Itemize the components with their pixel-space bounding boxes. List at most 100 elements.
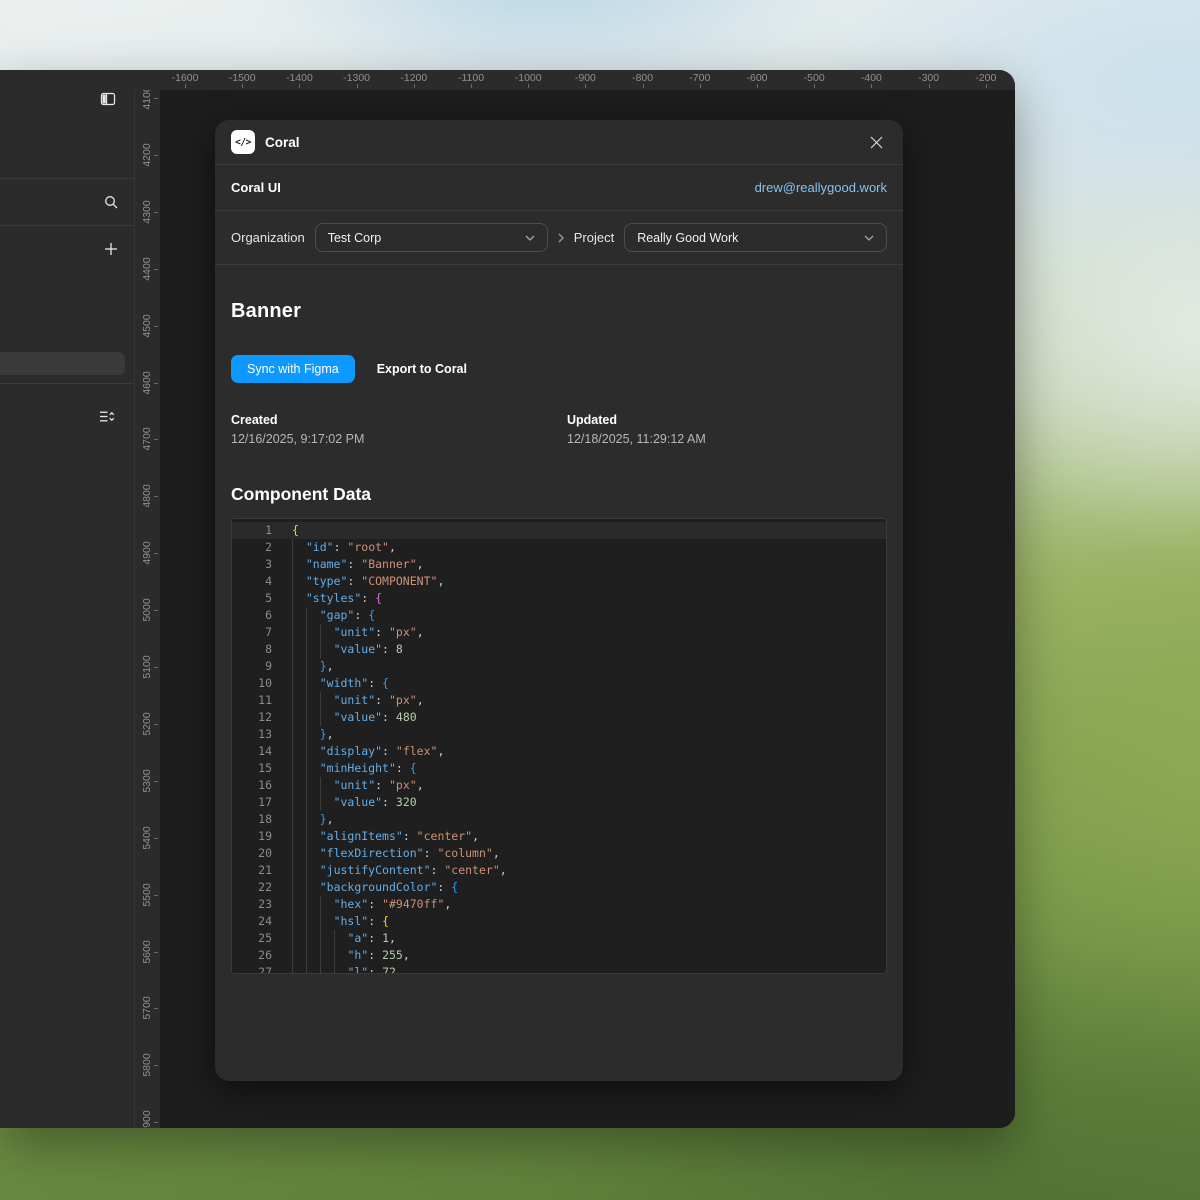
ruler-label: -400 (861, 72, 882, 84)
code-token: : (431, 863, 445, 877)
code-token: : (368, 897, 382, 911)
ruler-label: 4700 (141, 428, 153, 451)
indent-guide (306, 607, 320, 624)
line-number: 26 (232, 947, 272, 964)
component-title: Banner (231, 300, 887, 323)
code-token: : (375, 625, 389, 639)
ruler-tick (154, 326, 158, 327)
code-token: , (417, 557, 424, 571)
code-line-content: "name": "Banner", (292, 556, 424, 573)
code-token: "hex" (334, 897, 369, 911)
code-token: : (382, 710, 396, 724)
ruler-tick (154, 838, 158, 839)
line-number: 11 (232, 692, 272, 709)
panel-toggle-icon[interactable] (100, 91, 116, 107)
code-token: , (500, 863, 507, 877)
indent-guide (292, 828, 306, 845)
line-number: 3 (232, 556, 272, 573)
indent-guide (306, 964, 320, 974)
ruler-tick (357, 84, 358, 88)
plus-icon[interactable] (103, 241, 119, 257)
line-number: 25 (232, 930, 272, 947)
sync-with-figma-button[interactable]: Sync with Figma (231, 355, 355, 383)
indent-guide (292, 573, 306, 590)
ruler-tick (471, 84, 472, 88)
code-token: "#9470ff" (382, 897, 444, 911)
code-line: 25 "a": 1, (232, 930, 886, 947)
line-number: 17 (232, 794, 272, 811)
line-number: 24 (232, 913, 272, 930)
code-line: 7 "unit": "px", (232, 624, 886, 641)
ruler-label: -1100 (458, 72, 484, 84)
line-number: 10 (232, 675, 272, 692)
code-token: "value" (334, 710, 382, 724)
code-line: 27 "l": 72, (232, 964, 886, 974)
list-collapse-icon[interactable] (98, 409, 115, 424)
code-token: "l" (347, 965, 368, 974)
project-value: Really Good Work (637, 231, 738, 245)
organization-select[interactable]: Test Corp (315, 223, 548, 252)
ruler-tick (154, 269, 158, 270)
project-select[interactable]: Really Good Work (624, 223, 887, 252)
code-line: 12 "value": 480 (232, 709, 886, 726)
ruler-label: 4400 (141, 257, 153, 280)
search-icon[interactable] (103, 194, 119, 210)
indent-guide (306, 947, 320, 964)
code-line: 20 "flexDirection": "column", (232, 845, 886, 862)
vertical-ruler: 4100420043004400450046004700480049005000… (134, 90, 160, 1128)
code-lines: 1{2 "id": "root",3 "name": "Banner",4 "t… (232, 519, 886, 974)
ruler-label: -800 (632, 72, 653, 84)
code-line-content: "a": 1, (292, 930, 396, 947)
component-data-code-editor[interactable]: 1{2 "id": "root",3 "name": "Banner",4 "t… (231, 518, 887, 974)
code-line: 26 "h": 255, (232, 947, 886, 964)
indent-guide (292, 862, 306, 879)
ruler-tick (585, 84, 586, 88)
indent-guide (320, 692, 334, 709)
sidebar-divider (0, 225, 134, 226)
indent-guide (306, 794, 320, 811)
code-token: "type" (306, 574, 348, 588)
component-data-heading: Component Data (231, 484, 887, 505)
code-token: , (417, 625, 424, 639)
code-line-content: { (292, 522, 299, 539)
sidebar-divider (0, 383, 134, 384)
code-token: "minHeight" (320, 761, 396, 775)
line-number: 12 (232, 709, 272, 726)
export-to-coral-button[interactable]: Export to Coral (363, 355, 481, 383)
code-line: 19 "alignItems": "center", (232, 828, 886, 845)
code-token: { (451, 880, 458, 894)
account-email-link[interactable]: drew@reallygood.work (755, 180, 887, 195)
code-line: 24 "hsl": { (232, 913, 886, 930)
code-line: 17 "value": 320 (232, 794, 886, 811)
code-token: 320 (396, 795, 417, 809)
code-token: "value" (334, 642, 382, 656)
sidebar-selected-item[interactable] (0, 352, 125, 375)
code-line-content: }, (292, 811, 334, 828)
code-token: , (403, 948, 410, 962)
code-token: : (368, 676, 382, 690)
code-token: : (396, 761, 410, 775)
indent-guide (320, 624, 334, 641)
ruler-label: 5200 (141, 712, 153, 735)
created-value: 12/16/2025, 9:17:02 PM (231, 432, 551, 446)
code-token: : (424, 846, 438, 860)
code-line-content: "l": 72, (292, 964, 403, 974)
ruler-label: 4900 (141, 542, 153, 565)
code-token: : (347, 574, 361, 588)
indent-guide (306, 624, 320, 641)
ruler-tick (154, 1008, 158, 1009)
line-number: 4 (232, 573, 272, 590)
code-token: "unit" (334, 778, 376, 792)
close-icon[interactable] (865, 131, 887, 153)
code-line: 5 "styles": { (232, 590, 886, 607)
indent-guide (306, 862, 320, 879)
organization-value: Test Corp (328, 231, 382, 245)
code-token: "justifyContent" (320, 863, 431, 877)
indent-guide (292, 539, 306, 556)
timestamps: Created 12/16/2025, 9:17:02 PM Updated 1… (231, 413, 887, 446)
ruler-tick (154, 496, 158, 497)
ruler-label: 5700 (141, 997, 153, 1020)
code-line-content: "unit": "px", (292, 777, 424, 794)
modal-title: Coral (265, 135, 300, 150)
code-line-content: "type": "COMPONENT", (292, 573, 444, 590)
